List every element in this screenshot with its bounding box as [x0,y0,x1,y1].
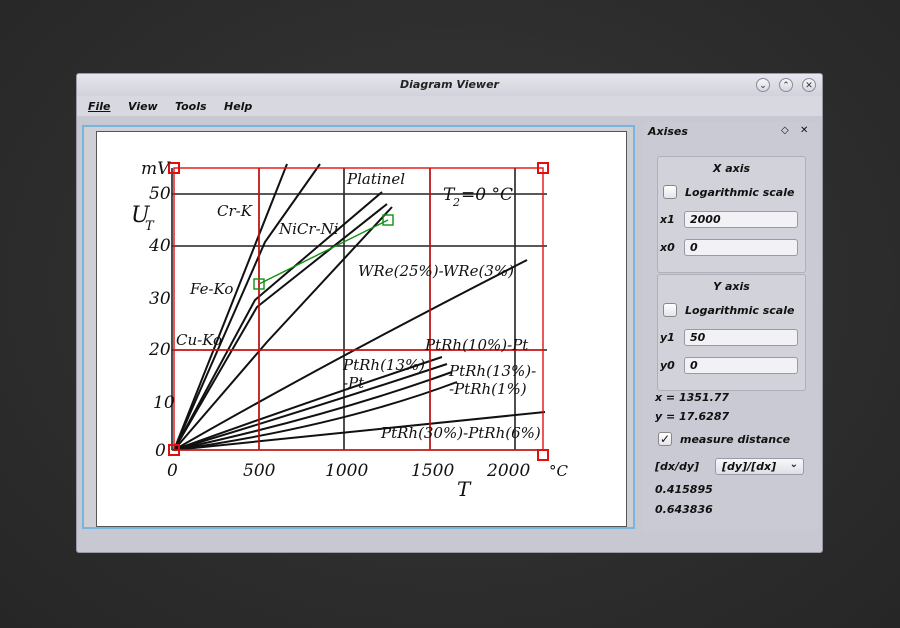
window-title: Diagram Viewer [400,78,499,91]
label-ptrh13-left-2: -Pt [343,374,365,392]
y-tick-50: 50 [149,184,171,204]
annotation-subscript: 2 [452,196,460,209]
menu-file[interactable]: File [88,100,111,113]
x-log-label: Logarithmic scale [685,186,795,199]
ratio-select[interactable]: [dy]/[dx] ⌄ [715,458,804,475]
close-panel-icon[interactable]: ✕ [800,125,808,136]
main-window: Diagram Viewer ⌄ ⌃ ✕ File View Tools Hel… [76,73,823,553]
minimize-button[interactable]: ⌄ [756,78,770,92]
annotation-rest: =0 °C [461,185,513,205]
y-log-checkbox[interactable] [663,303,677,317]
y1-label: y1 [660,331,675,344]
x-unit-label: °C [549,462,569,480]
diagram-image: mV U T 50 40 30 20 10 0 0 500 1000 1500 … [96,131,627,527]
label-nicr-ni: NiCr-Ni [278,220,339,238]
cursor-y-readout: y = 17.6287 [655,410,730,423]
y-axis-group: Y axis Logarithmic scale y1 50 y0 0 [657,274,806,391]
x-tick-1500: 1500 [411,461,454,481]
label-platinel: Platinel [346,170,405,188]
y0-label: y0 [660,359,675,372]
measure-distance-checkbox[interactable]: ✓ [658,432,672,446]
chevron-down-icon: ⌄ [789,459,798,470]
label-cu-ko: Cu-Ko [176,331,222,349]
x-tick-1000: 1000 [325,461,368,481]
thermocouple-diagram: mV U T 50 40 30 20 10 0 0 500 1000 1500 … [131,159,569,501]
y-tick-30: 30 [149,289,171,309]
y-tick-20: 20 [148,340,171,360]
y1-input[interactable]: 50 [684,329,798,346]
ratio-label: [dx/dy] [655,460,700,473]
label-fe-ko: Fe-Ko [189,280,233,298]
measure-distance-label: measure distance [680,433,791,446]
x1-input[interactable]: 2000 [684,211,798,228]
x-axis-title: X axis [712,162,751,175]
x-tick-0: 0 [167,461,178,481]
label-cr-k: Cr-K [217,202,253,220]
y0-input[interactable]: 0 [684,357,798,374]
x0-label: x0 [660,241,675,254]
y-log-label: Logarithmic scale [685,304,795,317]
y-tick-40: 40 [148,236,171,256]
label-ptrh13-left-1: PtRh(13%) [342,356,425,374]
x1-label: x1 [660,213,675,226]
y-unit-label: mV [141,159,171,179]
label-ptrh30: PtRh(30%)-PtRh(6%) [380,424,541,442]
menu-help[interactable]: Help [224,100,252,113]
y-tick-0: 0 [155,441,166,461]
menu-tools[interactable]: Tools [175,100,207,113]
x-axis-symbol: T [457,477,472,501]
x0-input[interactable]: 0 [684,239,798,256]
measure-result-1: 0.415895 [655,483,713,496]
float-panel-icon[interactable]: ◇ [781,125,789,136]
menu-bar: File View Tools Help [77,96,822,116]
label-ptrh13-right-1: PtRh(13%)- [448,362,536,380]
cursor-x-readout: x = 1351.77 [655,391,730,404]
label-ptrh10: PtRh(10%)-Pt [424,336,529,354]
maximize-button[interactable]: ⌃ [779,78,793,92]
diagram-canvas[interactable]: mV U T 50 40 30 20 10 0 0 500 1000 1500 … [82,125,635,529]
measure-result-2: 0.643836 [655,503,713,516]
x-log-checkbox[interactable] [663,185,677,199]
axes-panel: Axises ◇ ✕ X axis Logarithmic scale x1 2… [643,122,819,531]
x-axis-group: X axis Logarithmic scale x1 2000 x0 0 [657,156,806,273]
label-ptrh13-right-2: -PtRh(1%) [449,380,527,398]
axes-panel-title: Axises [648,125,688,138]
y-axis-subscript: T [145,219,155,234]
ratio-select-value: [dy]/[dx] [722,460,777,473]
y-tick-10: 10 [153,393,175,413]
x-tick-500: 500 [243,461,276,481]
close-button[interactable]: ✕ [802,78,816,92]
x-tick-2000: 2000 [486,461,530,481]
y-axis-title: Y axis [713,280,750,293]
label-wre: WRe(25%)-WRe(3%) [358,262,514,280]
title-bar[interactable]: Diagram Viewer ⌄ ⌃ ✕ [77,74,822,96]
menu-view[interactable]: View [128,100,158,113]
